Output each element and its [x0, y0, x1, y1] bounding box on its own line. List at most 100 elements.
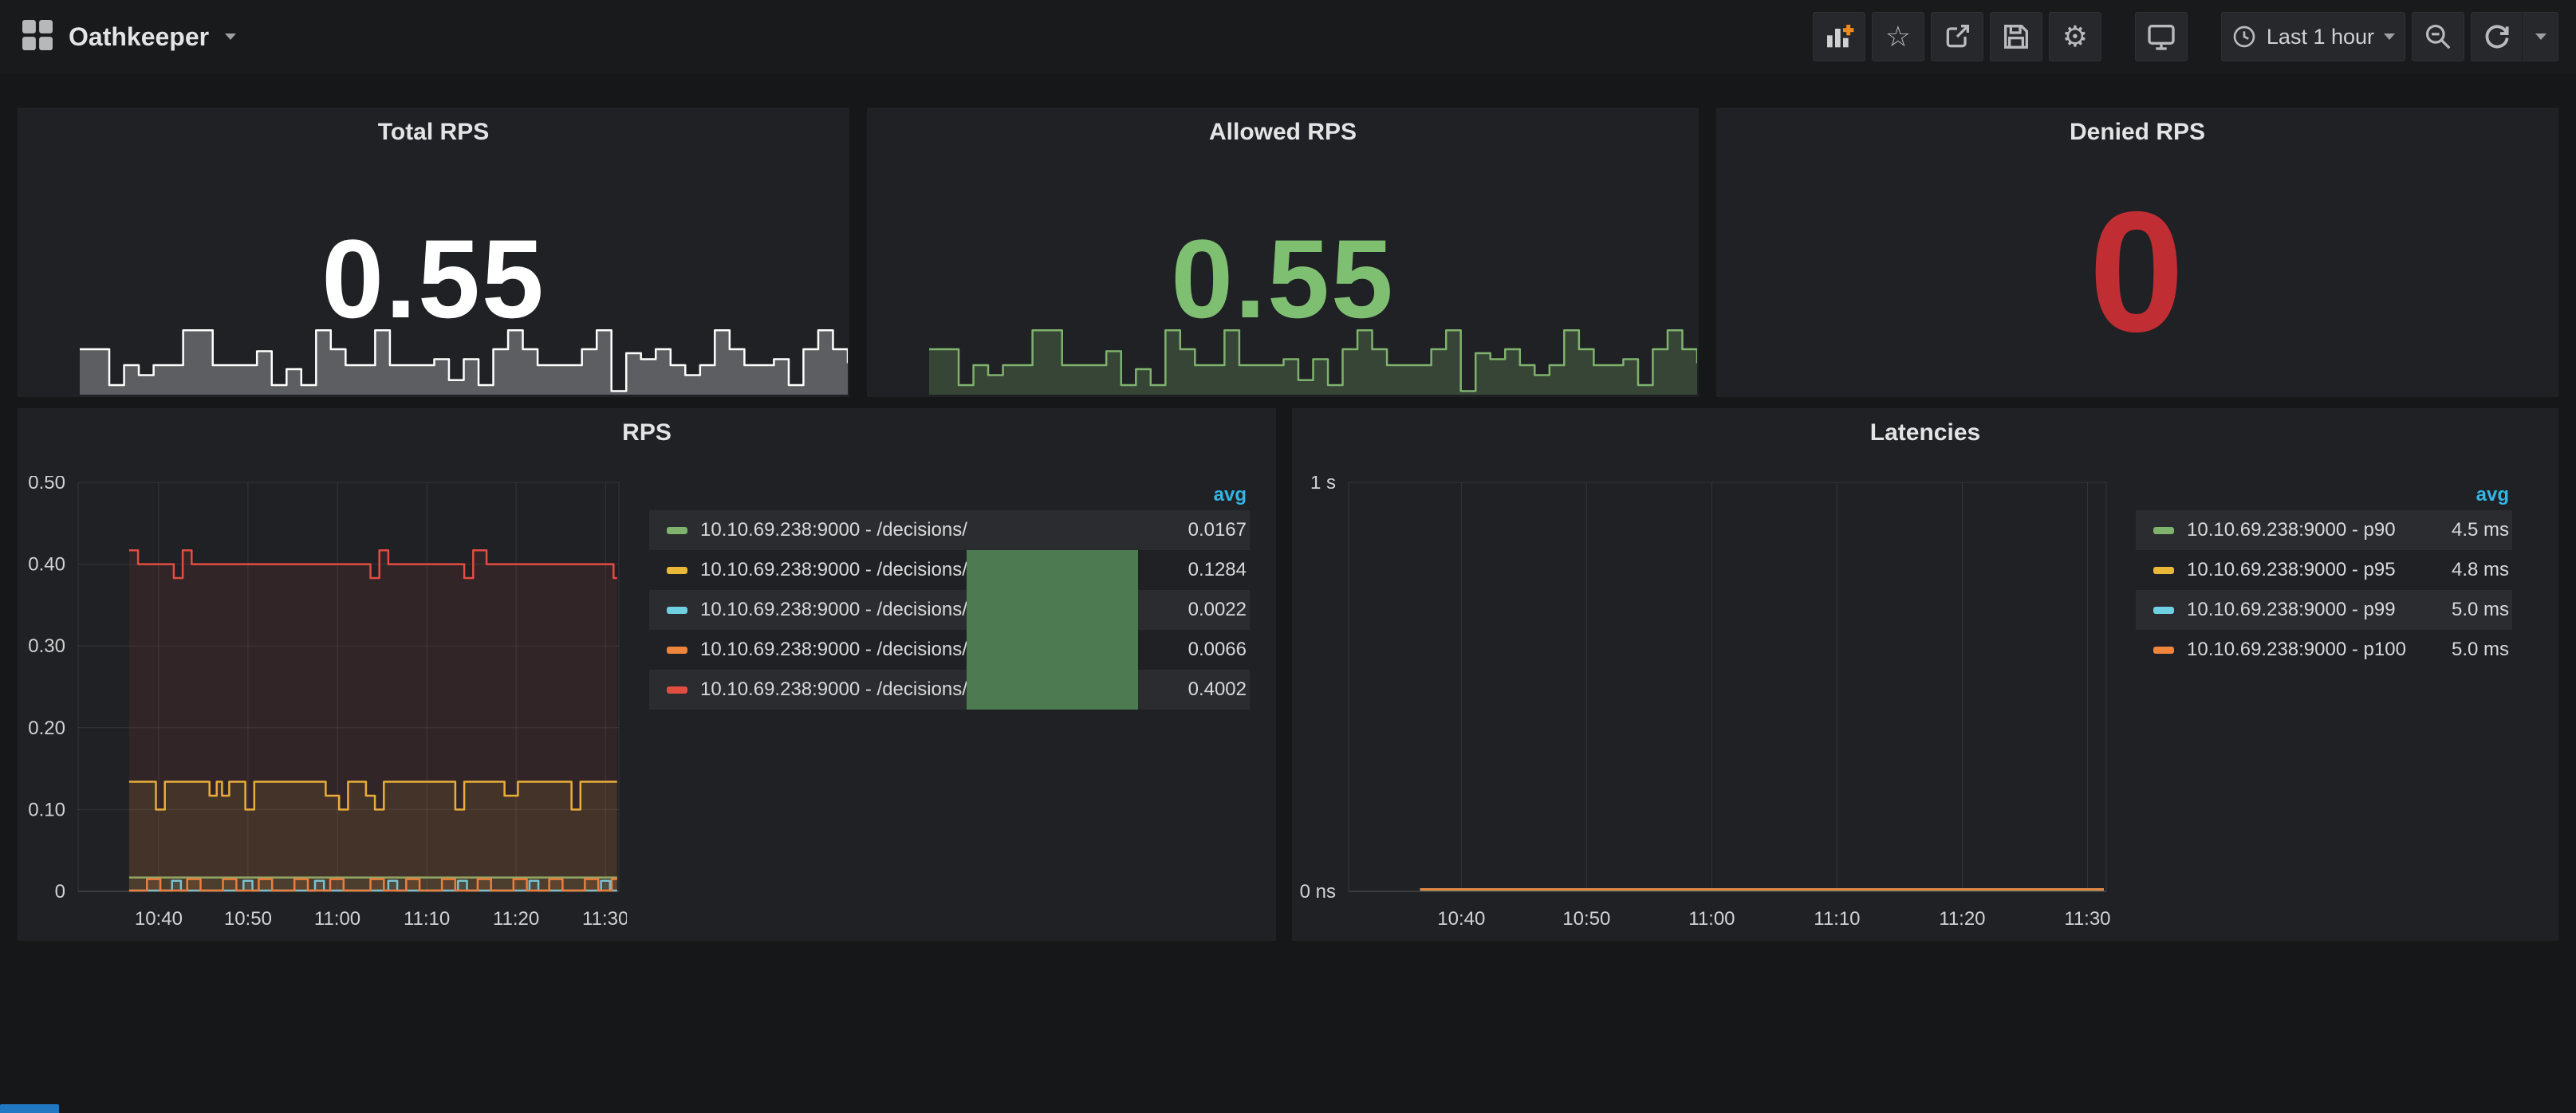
clock-icon: [2231, 24, 2257, 49]
series-avg-value: 0.4002: [1188, 678, 1247, 701]
series-label[interactable]: 10.10.69.238:9000 - p90: [2187, 519, 2452, 541]
series-avg-value: 5.0 ms: [2452, 639, 2509, 661]
series-swatch: [667, 527, 687, 534]
legend-row[interactable]: 10.10.69.238:9000 - /decisions/ 0.4002: [649, 670, 1250, 710]
grid-icon: [22, 20, 53, 54]
svg-text:0.10: 0.10: [28, 799, 65, 820]
save-button[interactable]: [1990, 12, 2042, 61]
legend-row[interactable]: 10.10.69.238:9000 - /decisions/ 0.1284: [649, 550, 1250, 590]
panel-allowed-rps: Allowed RPS 0.55: [867, 108, 1699, 397]
svg-text:11:30: 11:30: [2064, 908, 2110, 930]
svg-text:11:30: 11:30: [582, 908, 627, 930]
series-avg-value: 4.5 ms: [2452, 519, 2509, 541]
refresh-interval-button[interactable]: [2523, 12, 2558, 61]
star-icon: ☆: [1885, 22, 1911, 51]
save-icon: [2000, 21, 2032, 53]
stat-value-denied-rps: 0: [1716, 186, 2558, 357]
panel-title[interactable]: Denied RPS: [1716, 108, 2558, 157]
svg-text:1 s: 1 s: [1310, 476, 1336, 494]
series-swatch: [2153, 607, 2174, 614]
dashboard-picker[interactable]: Oathkeeper: [22, 20, 236, 54]
panel-title[interactable]: Total RPS: [18, 108, 849, 157]
svg-text:10:40: 10:40: [1437, 908, 1485, 930]
series-swatch: [667, 686, 687, 694]
refresh-icon: [2482, 22, 2512, 52]
svg-text:0.50: 0.50: [28, 476, 65, 494]
navbar: Oathkeeper ☆: [0, 0, 2576, 73]
legend-row[interactable]: 10.10.69.238:9000 - /decisions/ 0.0066: [649, 630, 1250, 670]
panel-title[interactable]: Allowed RPS: [867, 108, 1699, 157]
stat-value-total-rps: 0.55: [18, 223, 849, 335]
legend-row[interactable]: 10.10.69.238:9000 - p100 5.0 ms: [2136, 630, 2512, 670]
gear-icon: ⚙: [2062, 22, 2088, 51]
legend-avg-header[interactable]: avg: [2136, 484, 2512, 510]
panel-rps-graph: RPS 10:4010:5011:0011:1011:2011:300.500.…: [18, 408, 1276, 941]
svg-text:10:50: 10:50: [1562, 908, 1610, 930]
svg-text:10:40: 10:40: [135, 908, 183, 930]
tv-mode-button[interactable]: [2135, 12, 2188, 61]
panel-denied-rps: Denied RPS 0: [1716, 108, 2558, 397]
svg-text:11:10: 11:10: [404, 908, 450, 930]
svg-text:11:10: 11:10: [1814, 908, 1860, 930]
legend-avg-header[interactable]: avg: [649, 484, 1250, 510]
svg-text:10:50: 10:50: [224, 908, 272, 930]
monitor-icon: [2145, 21, 2177, 53]
series-label[interactable]: 10.10.69.238:9000 - /decisions/: [700, 519, 1188, 541]
zoom-out-button[interactable]: [2412, 12, 2464, 61]
series-swatch: [667, 567, 687, 574]
legend-row[interactable]: 10.10.69.238:9000 - /decisions/ 0.0167: [649, 510, 1250, 550]
toolbar: ☆ ⚙: [1806, 12, 2558, 61]
legend-row[interactable]: 10.10.69.238:9000 - /decisions/ 0.0022: [649, 590, 1250, 630]
legend-row[interactable]: 10.10.69.238:9000 - p99 5.0 ms: [2136, 590, 2512, 630]
stat-value-allowed-rps: 0.55: [867, 223, 1699, 335]
svg-text:0.40: 0.40: [28, 554, 65, 576]
chevron-down-icon: [2384, 33, 2395, 40]
panel-title[interactable]: RPS: [18, 408, 1276, 458]
time-range-label: Last 1 hour: [2267, 25, 2374, 49]
svg-text:0.30: 0.30: [28, 635, 65, 657]
share-icon: [1941, 21, 1973, 53]
latencies-legend: avg 10.10.69.238:9000 - p90 4.5 ms 10.10…: [2136, 484, 2512, 670]
series-swatch: [667, 607, 687, 614]
refresh-split-button: [2471, 12, 2558, 61]
svg-text:0.20: 0.20: [28, 718, 65, 739]
time-range-picker[interactable]: Last 1 hour: [2221, 12, 2405, 61]
legend-row[interactable]: 10.10.69.238:9000 - p95 4.8 ms: [2136, 550, 2512, 590]
series-avg-value: 0.0022: [1188, 599, 1247, 621]
settings-button[interactable]: ⚙: [2049, 12, 2101, 61]
rps-chart[interactable]: 10:4010:5011:0011:1011:2011:300.500.400.…: [18, 476, 627, 934]
chevron-down-icon: [225, 33, 236, 40]
series-label[interactable]: 10.10.69.238:9000 - p99: [2187, 599, 2452, 621]
series-swatch: [2153, 647, 2174, 654]
chevron-down-icon: [2535, 33, 2546, 40]
svg-text:11:20: 11:20: [493, 908, 539, 930]
share-button[interactable]: [1931, 12, 1983, 61]
refresh-button[interactable]: [2471, 12, 2523, 61]
svg-text:0: 0: [55, 881, 65, 903]
series-swatch: [2153, 567, 2174, 574]
legend-rows: 10.10.69.238:9000 - p90 4.5 ms 10.10.69.…: [2136, 510, 2512, 670]
series-avg-value: 0.0167: [1188, 519, 1247, 541]
series-swatch: [667, 647, 687, 654]
dashboard-title: Oathkeeper: [69, 22, 209, 52]
svg-text:11:00: 11:00: [1688, 908, 1735, 930]
svg-text:11:20: 11:20: [1939, 908, 1985, 930]
series-swatch: [2153, 527, 2174, 534]
panel-title[interactable]: Latencies: [1292, 408, 2558, 458]
add-panel-icon: [1823, 21, 1855, 53]
series-label[interactable]: 10.10.69.238:9000 - p100: [2187, 639, 2452, 661]
series-avg-value: 5.0 ms: [2452, 599, 2509, 621]
star-button[interactable]: ☆: [1872, 12, 1924, 61]
svg-text:0 ns: 0 ns: [1300, 881, 1336, 903]
rps-legend: avg 10.10.69.238:9000 - /decisions/ 0.01…: [649, 484, 1250, 710]
panel-latencies-graph: Latencies 10:40 10:50 11:00 11:10 11:20 11:30…: [1292, 408, 2558, 941]
series-avg-value: 0.0066: [1188, 639, 1247, 661]
series-avg-value: 4.8 ms: [2452, 559, 2509, 581]
legend-row[interactable]: 10.10.69.238:9000 - p90 4.5 ms: [2136, 510, 2512, 550]
latencies-chart[interactable]: 10:40 10:50 11:00 11:10 11:20 11:30 1 s 0 ns: [1292, 476, 2114, 934]
series-label[interactable]: 10.10.69.238:9000 - p95: [2187, 559, 2452, 581]
zoom-out-icon: [2423, 22, 2453, 52]
add-panel-button[interactable]: [1813, 12, 1865, 61]
add-row-button[interactable]: [0, 1104, 59, 1113]
green-overlay-box: [967, 550, 1138, 710]
